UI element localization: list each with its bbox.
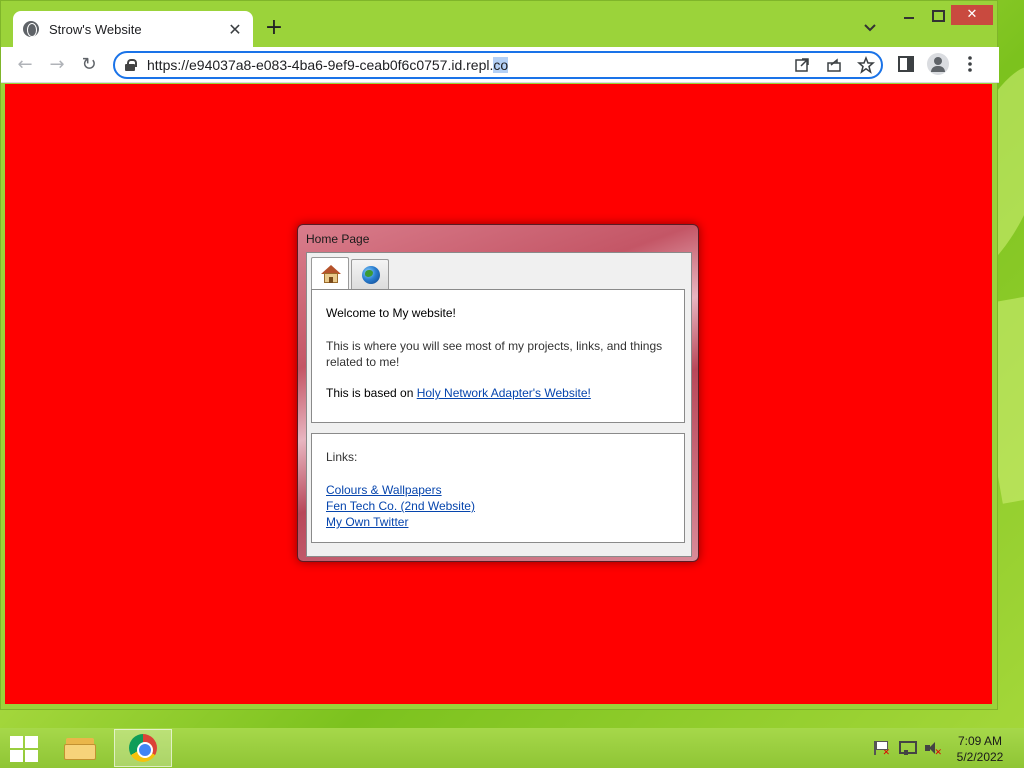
network-icon[interactable]	[898, 740, 917, 756]
chrome-icon	[129, 734, 157, 762]
page-viewport: Home Page Welcome to My website! This is…	[5, 84, 992, 704]
taskbar: ✕ ✕ 7:09 AM 5/2/2022	[0, 728, 1024, 768]
window-body: Welcome to My website! This is where you…	[306, 252, 692, 557]
tab-close-icon[interactable]: ✕	[227, 20, 243, 39]
description-text: This is where you will see most of my pr…	[326, 339, 663, 369]
globe-icon	[23, 21, 39, 37]
system-tray: ✕ ✕	[872, 740, 942, 758]
browser-window: Strow's Website ✕ + ✕ ← → ↻ https://e940…	[0, 0, 999, 710]
maximize-button[interactable]	[927, 7, 947, 23]
browser-tab[interactable]: Strow's Website ✕	[13, 11, 253, 47]
reload-button[interactable]: ↻	[77, 53, 101, 77]
open-in-app-icon[interactable]	[793, 56, 811, 74]
fen-tech-link[interactable]: Fen Tech Co. (2nd Website)	[326, 498, 670, 514]
tab-strip	[311, 257, 391, 291]
links-panel: Links: Colours & Wallpapers Fen Tech Co.…	[311, 433, 685, 543]
colours-wallpapers-link[interactable]: Colours & Wallpapers	[326, 482, 670, 498]
volume-muted-icon[interactable]: ✕	[924, 740, 942, 758]
chrome-taskbar-button[interactable]	[114, 729, 172, 767]
browser-titlebar: Strow's Website ✕ + ✕	[1, 1, 999, 47]
browser-toolbar: ← → ↻ https://e94037a8-e083-4ba6-9ef9-ce…	[1, 47, 999, 83]
twitter-link[interactable]: My Own Twitter	[326, 514, 670, 530]
globe-icon	[362, 266, 380, 284]
file-explorer-icon[interactable]	[62, 732, 98, 764]
profile-avatar[interactable]	[927, 53, 949, 75]
lock-icon[interactable]	[125, 59, 137, 71]
tab-title: Strow's Website	[49, 21, 142, 37]
home-icon	[321, 265, 341, 283]
share-icon[interactable]	[825, 56, 843, 74]
holy-network-adapter-link[interactable]: Holy Network Adapter's Website!	[417, 386, 591, 400]
action-center-icon[interactable]: ✕	[872, 740, 890, 758]
tab-web[interactable]	[351, 259, 389, 289]
minimize-button[interactable]	[899, 7, 919, 23]
new-tab-button[interactable]: +	[263, 17, 285, 39]
address-bar[interactable]: https://e94037a8-e083-4ba6-9ef9-ceab0f6c…	[113, 51, 883, 79]
side-panel-icon[interactable]	[895, 53, 917, 75]
forward-button[interactable]: →	[45, 53, 69, 77]
welcome-panel: Welcome to My website! This is where you…	[311, 289, 685, 423]
link-list: Colours & Wallpapers Fen Tech Co. (2nd W…	[326, 482, 670, 530]
links-label: Links:	[326, 450, 358, 464]
welcome-heading: Welcome to My website!	[326, 306, 456, 320]
start-button[interactable]	[10, 736, 38, 762]
based-on-text: This is based on Holy Network Adapter's …	[326, 386, 591, 400]
home-page-window: Home Page Welcome to My website! This is…	[297, 224, 699, 562]
back-button[interactable]: ←	[13, 53, 37, 77]
system-clock[interactable]: 7:09 AM 5/2/2022	[950, 733, 1010, 765]
clock-time: 7:09 AM	[957, 734, 1003, 748]
bookmark-star-icon[interactable]	[857, 56, 875, 74]
tab-home[interactable]	[311, 257, 349, 289]
menu-kebab-icon[interactable]	[959, 53, 981, 75]
close-window-button[interactable]: ✕	[951, 5, 993, 25]
clock-date: 5/2/2022	[956, 750, 1004, 764]
window-title: Home Page	[306, 232, 370, 246]
tab-search-icon[interactable]	[863, 21, 877, 35]
url-text[interactable]: https://e94037a8-e083-4ba6-9ef9-ceab0f6c…	[147, 57, 509, 73]
